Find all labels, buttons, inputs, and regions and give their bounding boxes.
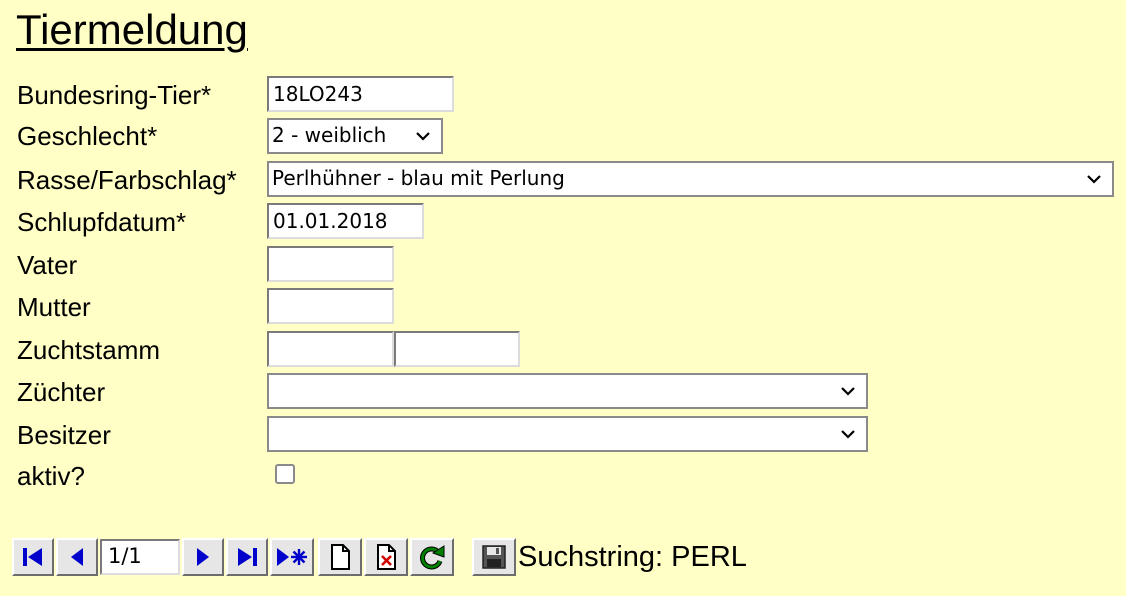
refresh-icon	[420, 545, 445, 570]
breed-label: Rasse/Farbschlag*	[17, 165, 237, 195]
hatch-date-input[interactable]: 01.01.2018	[267, 203, 424, 239]
chevron-down-icon	[841, 430, 855, 439]
new-record-button[interactable]	[270, 538, 314, 576]
chevron-down-icon	[1087, 175, 1101, 184]
active-checkbox[interactable]	[275, 464, 295, 484]
new-document-icon	[331, 544, 350, 570]
father-label: Vater	[17, 250, 78, 280]
first-record-icon	[23, 548, 42, 566]
search-string: Suchstring: PERL	[518, 541, 747, 573]
chevron-down-icon	[416, 132, 430, 141]
owner-label: Besitzer	[17, 420, 111, 450]
previous-record-button[interactable]	[56, 538, 98, 576]
mother-input[interactable]	[267, 288, 394, 324]
first-record-button[interactable]	[12, 538, 54, 576]
ring-label: Bundesring-Tier*	[17, 80, 212, 110]
next-record-icon	[197, 548, 209, 566]
save-icon	[482, 545, 506, 569]
mother-label: Mutter	[17, 292, 91, 322]
active-label: aktiv?	[17, 461, 85, 491]
stock-label: Zuchtstamm	[17, 335, 161, 365]
ring-number-input[interactable]: 18LO243	[267, 76, 454, 112]
sex-label: Geschlecht*	[17, 121, 158, 151]
last-record-button[interactable]	[226, 538, 268, 576]
new-document-button[interactable]	[318, 538, 362, 576]
breed-select-value: Perlhühner - blau mit Perlung	[272, 166, 565, 190]
breeder-select[interactable]	[267, 373, 868, 409]
previous-record-icon	[71, 548, 83, 566]
next-record-button[interactable]	[182, 538, 224, 576]
last-record-icon	[238, 548, 257, 566]
breeder-label: Züchter	[17, 377, 106, 407]
record-position-input[interactable]: 1/1	[100, 539, 180, 575]
stock-input-1[interactable]	[267, 331, 394, 367]
hatch-label: Schlupfdatum*	[17, 207, 187, 237]
father-input[interactable]	[267, 246, 394, 282]
delete-record-button[interactable]	[364, 538, 408, 576]
new-record-icon	[277, 548, 307, 566]
page-title: Tiermeldung	[16, 6, 248, 53]
sex-select[interactable]: 2 - weiblich	[267, 118, 443, 154]
save-button[interactable]	[472, 538, 516, 576]
delete-icon	[377, 544, 396, 570]
refresh-button[interactable]	[410, 538, 454, 576]
owner-select[interactable]	[267, 416, 868, 452]
breed-select[interactable]: Perlhühner - blau mit Perlung	[267, 161, 1114, 197]
chevron-down-icon	[841, 387, 855, 396]
stock-input-2[interactable]	[394, 331, 520, 367]
sex-select-value: 2 - weiblich	[272, 123, 387, 147]
